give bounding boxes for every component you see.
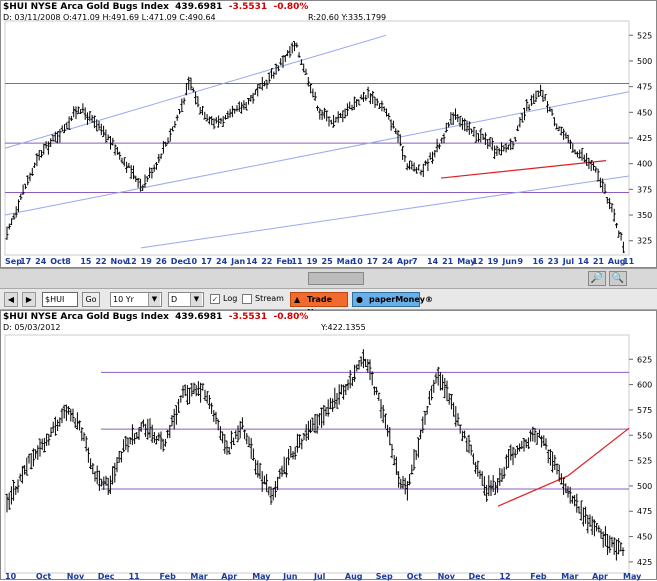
y-tick-label: 625 bbox=[637, 355, 652, 364]
period-select[interactable]: D ▼ bbox=[168, 292, 204, 307]
trend-line bbox=[440, 160, 607, 179]
y-tick-label: 450 bbox=[637, 533, 652, 542]
x-tick-label: 19 bbox=[487, 257, 499, 266]
price-chart-1[interactable]: 525500475450425400375350325Sep17 24 Oct 8 15… bbox=[1, 1, 657, 269]
x-tick-label: 17 bbox=[20, 257, 31, 266]
x-tick-label: 17 bbox=[367, 257, 378, 266]
x-tick-label: 11 bbox=[291, 257, 303, 266]
chevron-down-icon: ▼ bbox=[190, 293, 202, 306]
chart-toolbar: ◀ ▶ $HUI Go 10 Yr ▼ D ▼ ✓ Log Stream ▲ T… bbox=[0, 288, 657, 317]
y-tick-label: 525 bbox=[637, 457, 652, 466]
x-tick-label: 21 bbox=[593, 257, 605, 266]
log-label: Log bbox=[223, 294, 238, 303]
paper-money-button[interactable]: ● paperMoney® bbox=[352, 292, 433, 307]
y-tick-label: 450 bbox=[637, 108, 652, 117]
x-tick-label: 17 bbox=[201, 257, 212, 266]
x-tick-label: 14 bbox=[578, 257, 590, 266]
go-button[interactable]: Go bbox=[82, 292, 100, 307]
y-tick-label: 550 bbox=[637, 431, 652, 440]
chart-panel-2: $HUI NYSE Arca Gold Bugs Index 439.6981 … bbox=[0, 310, 657, 581]
back-arrow-icon[interactable]: ◀ bbox=[4, 292, 18, 307]
chart-panel-1: $HUI NYSE Arca Gold Bugs Index 439.6981 … bbox=[0, 0, 657, 268]
zoom-out-icon[interactable]: 🔍 bbox=[609, 271, 627, 286]
x-tick-label: 23 bbox=[548, 257, 559, 266]
x-tick-label: Oct bbox=[50, 257, 66, 266]
plot-area bbox=[4, 334, 630, 574]
y-tick-label: 475 bbox=[637, 83, 652, 92]
x-tick-label: 10 bbox=[352, 257, 364, 266]
log-checkbox[interactable]: ✓ bbox=[210, 294, 220, 304]
trade-now-button[interactable]: ▲ Trade Now bbox=[290, 292, 348, 317]
paper-money-label: paperMoney® bbox=[369, 295, 434, 304]
y-tick-label: 600 bbox=[637, 381, 652, 390]
x-tick-label: 15 bbox=[80, 257, 92, 266]
range-value: 10 Yr bbox=[113, 295, 134, 304]
x-tick-label: 19 bbox=[141, 257, 153, 266]
y-tick-label: 525 bbox=[637, 31, 652, 40]
x-tick-label: Jun bbox=[501, 257, 517, 266]
x-tick-label: 22 bbox=[261, 257, 272, 266]
time-scrollbar[interactable]: 🔎 🔍 bbox=[0, 268, 657, 288]
y-tick-label: 500 bbox=[637, 482, 652, 491]
trend-line bbox=[567, 427, 630, 477]
period-value: D bbox=[171, 295, 178, 304]
trend-line bbox=[497, 475, 569, 507]
forward-arrow-icon[interactable]: ▶ bbox=[22, 292, 36, 307]
x-tick-label: 12 bbox=[126, 257, 137, 266]
y-tick-label: 375 bbox=[637, 185, 652, 194]
x-tick-label: 24 bbox=[35, 257, 47, 266]
x-tick-label: 26 bbox=[156, 257, 168, 266]
x-tick-label: 14 bbox=[246, 257, 258, 266]
x-tick-label: 22 bbox=[95, 257, 106, 266]
x-tick-label: 12 bbox=[472, 257, 483, 266]
trend-line bbox=[140, 175, 630, 249]
paper-money-icon: ● bbox=[356, 295, 363, 304]
y-tick-label: 500 bbox=[637, 57, 652, 66]
x-tick-label: Jul bbox=[562, 257, 575, 266]
x-tick-label: 24 bbox=[382, 257, 394, 266]
x-tick-label: 9 bbox=[517, 257, 523, 266]
y-tick-label: 350 bbox=[637, 211, 652, 220]
x-tick-label: 24 bbox=[216, 257, 228, 266]
x-tick-label: 14 bbox=[427, 257, 439, 266]
x-tick-label: 25 bbox=[322, 257, 334, 266]
x-tick-label: 21 bbox=[442, 257, 454, 266]
x-tick-label: Apr bbox=[397, 257, 413, 266]
symbol-input[interactable]: $HUI bbox=[42, 292, 78, 307]
scroll-thumb[interactable] bbox=[308, 272, 364, 285]
price-chart-2[interactable]: 62560057555052550047545042510 Oct Nov Dec 11… bbox=[1, 311, 657, 581]
x-tick-label: 16 bbox=[533, 257, 545, 266]
x-tick-label: 8 bbox=[65, 257, 71, 266]
x-tick-label: 11 bbox=[623, 257, 635, 266]
x-tick-label: 7 bbox=[412, 257, 418, 266]
y-tick-label: 400 bbox=[637, 160, 652, 169]
x-tick-label: 10 bbox=[186, 257, 198, 266]
y-tick-label: 425 bbox=[637, 134, 652, 143]
x-tick-label: 19 bbox=[306, 257, 318, 266]
y-tick-label: 325 bbox=[637, 237, 652, 246]
x-tick-label: Jan bbox=[230, 257, 245, 266]
stream-label: Stream bbox=[255, 294, 284, 303]
y-tick-label: 475 bbox=[637, 507, 652, 516]
stream-checkbox[interactable] bbox=[242, 294, 252, 304]
range-select[interactable]: 10 Yr ▼ bbox=[110, 292, 162, 307]
y-tick-label: 425 bbox=[637, 558, 652, 567]
y-tick-label: 575 bbox=[637, 406, 652, 415]
zoom-in-icon[interactable]: 🔎 bbox=[588, 271, 606, 286]
chevron-down-icon: ▼ bbox=[148, 293, 160, 306]
trade-icon: ▲ bbox=[294, 295, 301, 304]
